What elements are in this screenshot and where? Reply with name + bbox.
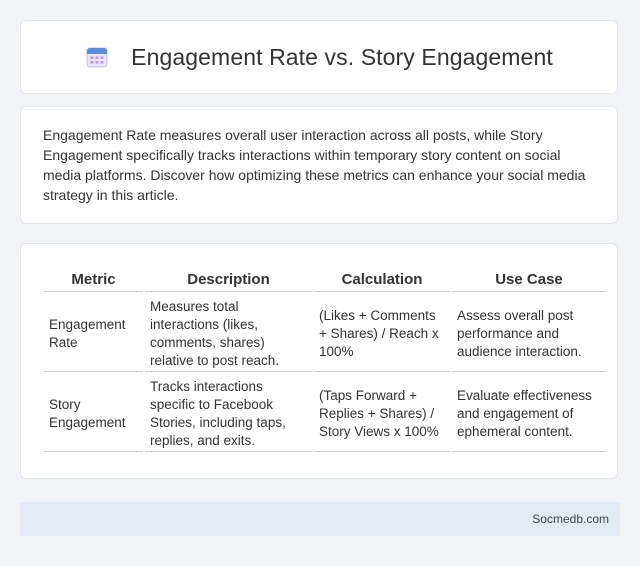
comparison-table: Metric Description Calculation Use Case …	[42, 262, 608, 454]
table-card: Metric Description Calculation Use Case …	[20, 243, 618, 479]
column-header-description: Description	[145, 264, 312, 292]
table-row: Engagement Rate Measures total interacti…	[44, 294, 606, 372]
cell-calculation: (Taps Forward + Replies + Shares) / Stor…	[314, 374, 450, 452]
calendar-icon	[86, 47, 108, 68]
cell-metric: Engagement Rate	[44, 294, 143, 372]
column-header-metric: Metric	[44, 264, 143, 292]
table-header-row: Metric Description Calculation Use Case	[44, 264, 606, 292]
cell-use-case: Assess overall post performance and audi…	[452, 294, 606, 372]
cell-calculation: (Likes + Comments + Shares) / Reach x 10…	[314, 294, 450, 372]
cell-use-case: Evaluate effectiveness and engagement of…	[452, 374, 606, 452]
column-header-use-case: Use Case	[452, 264, 606, 292]
footer-bar: Socmedb.com	[20, 502, 620, 536]
intro-card: Engagement Rate measures overall user in…	[20, 106, 618, 224]
title-card: Engagement Rate vs. Story Engagement	[20, 20, 618, 94]
cell-description: Tracks interactions specific to Facebook…	[145, 374, 312, 452]
table-row: Story Engagement Tracks interactions spe…	[44, 374, 606, 452]
source-link[interactable]: Socmedb.com	[532, 512, 609, 526]
page-title: Engagement Rate vs. Story Engagement	[131, 43, 553, 70]
cell-description: Measures total interactions (likes, comm…	[145, 294, 312, 372]
cell-metric: Story Engagement	[44, 374, 143, 452]
column-header-calculation: Calculation	[314, 264, 450, 292]
intro-text: Engagement Rate measures overall user in…	[43, 127, 586, 203]
